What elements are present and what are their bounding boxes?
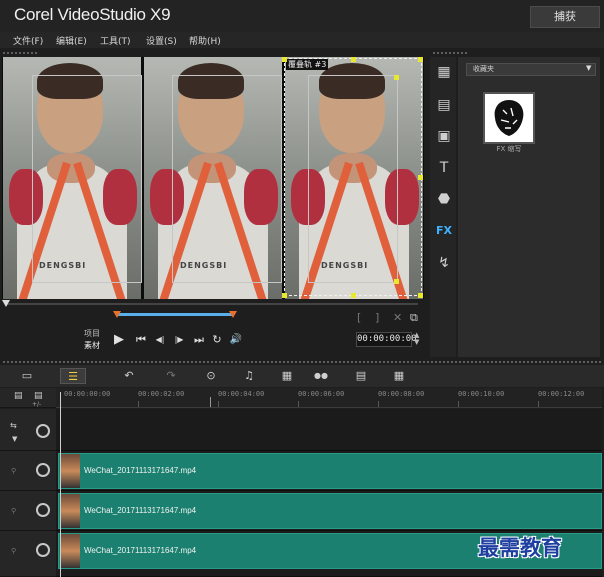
auto-music-icon[interactable]: ▦ bbox=[274, 368, 300, 384]
ruler-label: 00:00:06:00 bbox=[298, 390, 345, 398]
filter-icon[interactable]: FX bbox=[434, 221, 454, 241]
trim-end-handle[interactable] bbox=[228, 311, 237, 318]
capture-tab-button[interactable]: 捕获 bbox=[530, 6, 600, 28]
resize-handle[interactable] bbox=[351, 293, 356, 298]
ruler-label: 00:00:00:00 bbox=[64, 390, 111, 398]
mark-in-icon[interactable]: [ bbox=[357, 311, 361, 324]
track-manager-icon[interactable]: ▤ bbox=[14, 391, 23, 401]
watermark-text: 最需教育 bbox=[478, 535, 562, 560]
timeline-toolbar bbox=[0, 365, 604, 387]
film-reel-icon[interactable] bbox=[36, 463, 50, 477]
clip-name: WeChat_20171113171647.mp4 bbox=[84, 506, 197, 515]
play-icon[interactable]: ▶ bbox=[112, 333, 126, 347]
clip-thumbnail bbox=[60, 494, 80, 528]
home-icon[interactable]: ⏮ bbox=[134, 333, 148, 347]
trim-start-handle[interactable] bbox=[113, 311, 122, 318]
video-track[interactable] bbox=[56, 409, 602, 451]
timeline-playhead[interactable] bbox=[60, 392, 61, 577]
track-options-icon[interactable]: ⇆ bbox=[10, 421, 17, 430]
film-reel-icon[interactable] bbox=[36, 543, 50, 557]
menu-help[interactable]: 帮助(H) bbox=[189, 34, 221, 47]
mode-project[interactable]: 项目 bbox=[84, 328, 100, 339]
menu-file[interactable]: 文件(F) bbox=[13, 34, 43, 47]
media-icon[interactable]: ▦ bbox=[434, 62, 454, 82]
storyboard-view-icon[interactable]: ▭ bbox=[14, 368, 40, 384]
volume-icon[interactable]: 🔊 bbox=[229, 333, 243, 347]
lock-icon[interactable]: ⚲ bbox=[11, 467, 16, 475]
undo-icon[interactable]: ↶ bbox=[116, 368, 142, 384]
chapter-icon[interactable]: ▤ bbox=[34, 391, 43, 401]
menu-bar: 文件(F) 编辑(E) 工具(T) 设置(S) 帮助(H) bbox=[0, 32, 604, 48]
menu-settings[interactable]: 设置(S) bbox=[146, 34, 177, 47]
record-capture-icon[interactable]: ⊙ bbox=[198, 368, 224, 384]
redo-icon[interactable]: ↷ bbox=[158, 368, 184, 384]
clip-name: WeChat_20171113171647.mp4 bbox=[84, 546, 197, 555]
clip-thumbnail bbox=[60, 534, 80, 568]
path-icon[interactable]: ↯ bbox=[434, 253, 454, 273]
library-thumbnail[interactable] bbox=[483, 92, 535, 144]
panel-grip[interactable] bbox=[432, 51, 468, 55]
motion-tracking-icon[interactable]: ●● bbox=[308, 368, 334, 384]
preview-window[interactable]: DENGSBI DENGSBI DENGSBI 覆叠轨 #3 bbox=[2, 57, 424, 299]
mode-clip[interactable]: 素材 bbox=[84, 340, 100, 351]
transition-icon[interactable]: ▣ bbox=[434, 126, 454, 146]
ruler-label: 00:00:08:00 bbox=[378, 390, 425, 398]
film-reel-icon[interactable] bbox=[36, 503, 50, 517]
library-thumbnail-label: FX 缩写 bbox=[496, 145, 522, 153]
subtitle-editor-icon[interactable]: ▤ bbox=[348, 368, 374, 384]
instant-project-icon[interactable]: ▤ bbox=[434, 95, 454, 115]
multi-camera-icon[interactable]: ▦ bbox=[386, 368, 412, 384]
splitter-grip[interactable] bbox=[2, 360, 602, 364]
ruler-label: 00:00:04:00 bbox=[218, 390, 265, 398]
ruler-label: 00:00:10:00 bbox=[458, 390, 505, 398]
resize-handle[interactable] bbox=[282, 293, 287, 298]
video-track-head[interactable]: ⇆ ▼ bbox=[0, 409, 56, 451]
timecode-spin-icon[interactable]: ▲ ▼ bbox=[414, 332, 422, 347]
menu-edit[interactable]: 编辑(E) bbox=[56, 34, 87, 47]
panel-grip[interactable] bbox=[2, 51, 38, 55]
ruler-head: ▤ ▤ +/- bbox=[0, 388, 56, 408]
cut-icon[interactable]: ✕ bbox=[393, 311, 402, 324]
film-reel-icon[interactable] bbox=[36, 424, 50, 438]
lock-icon[interactable]: ⚲ bbox=[11, 507, 16, 515]
lock-icon[interactable]: ⚲ bbox=[11, 547, 16, 555]
graphics-icon[interactable]: ⬣ bbox=[434, 189, 454, 209]
timecode-display[interactable]: 00:00:00:00 bbox=[356, 332, 417, 347]
title-icon[interactable]: T bbox=[434, 158, 454, 178]
menu-tools[interactable]: 工具(T) bbox=[100, 34, 131, 47]
enlarge-icon[interactable]: ⧉ bbox=[410, 311, 418, 325]
chevron-down-icon[interactable]: ▼ bbox=[12, 435, 17, 443]
title-bar: Corel VideoStudio X9 捕获 bbox=[0, 0, 604, 32]
ruler-label: 00:00:12:00 bbox=[538, 390, 585, 398]
scrubber-thumb[interactable] bbox=[2, 300, 10, 307]
chevron-down-icon[interactable]: ▼ bbox=[586, 64, 591, 72]
end-icon[interactable]: ⏭ bbox=[192, 333, 206, 347]
resize-handle[interactable] bbox=[418, 293, 423, 298]
selected-overlay-box[interactable] bbox=[284, 58, 422, 296]
ruler-label: 00:00:02:00 bbox=[138, 390, 185, 398]
resize-handle[interactable] bbox=[394, 75, 399, 80]
timeline-view-icon[interactable]: ☰ bbox=[60, 368, 86, 384]
resize-handle[interactable] bbox=[282, 57, 287, 62]
app-title: Corel VideoStudio X9 bbox=[14, 5, 171, 24]
sound-mixer-icon[interactable]: ♫ bbox=[236, 368, 262, 384]
trim-range[interactable] bbox=[117, 313, 233, 316]
scrubber-track[interactable] bbox=[6, 303, 418, 305]
resize-handle[interactable] bbox=[418, 175, 423, 180]
clip-thumbnail bbox=[60, 454, 80, 488]
zoom-control[interactable]: +/- bbox=[32, 401, 41, 408]
next-frame-icon[interactable]: |▶ bbox=[172, 333, 186, 347]
library-folder-select[interactable]: 收藏夹 bbox=[466, 63, 596, 76]
clip-name: WeChat_20171113171647.mp4 bbox=[84, 466, 197, 475]
resize-handle[interactable] bbox=[418, 57, 423, 62]
repeat-icon[interactable]: ↻ bbox=[210, 333, 224, 347]
mark-out-icon[interactable]: ] bbox=[375, 311, 379, 324]
resize-handle[interactable] bbox=[351, 57, 356, 62]
overlay-guide bbox=[32, 75, 142, 283]
selected-overlay-label: 覆叠轨 #3 bbox=[286, 59, 329, 70]
prev-frame-icon[interactable]: ◀| bbox=[153, 333, 167, 347]
mask-icon bbox=[494, 100, 524, 136]
resize-handle[interactable] bbox=[394, 279, 399, 284]
overlay-guide bbox=[172, 75, 282, 283]
